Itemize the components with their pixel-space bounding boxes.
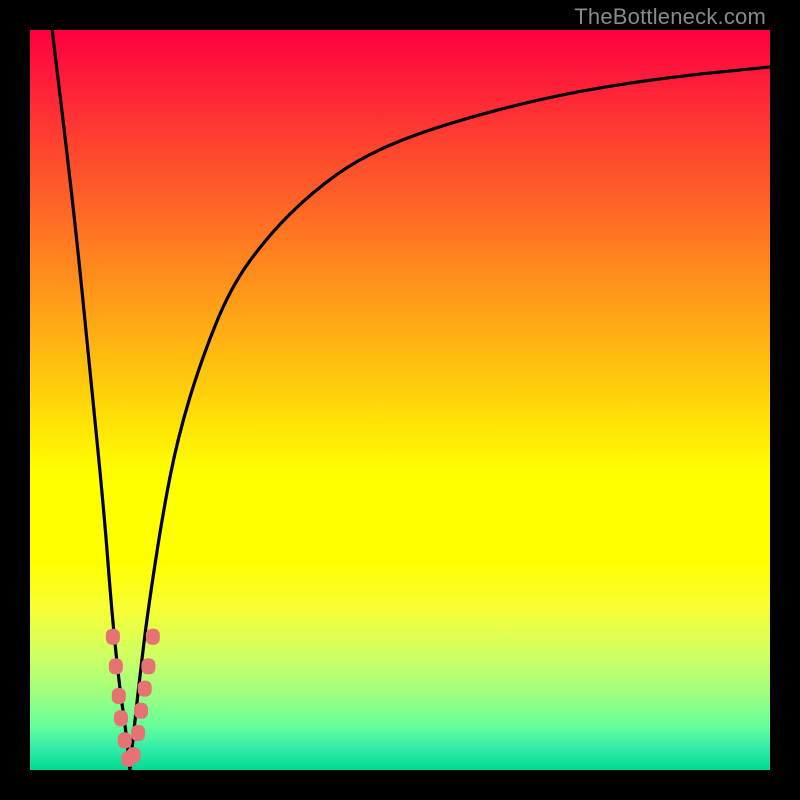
data-marker: [138, 681, 152, 697]
data-marker: [109, 658, 123, 674]
data-marker: [114, 710, 128, 726]
curve-right-branch: [130, 67, 770, 770]
data-marker: [131, 725, 145, 741]
watermark-text: TheBottleneck.com: [574, 4, 766, 30]
chart-frame: TheBottleneck.com: [0, 0, 800, 800]
data-marker: [146, 629, 160, 645]
data-marker: [106, 629, 120, 645]
plot-area: [30, 30, 770, 770]
curve-layer: [30, 30, 770, 770]
data-marker: [127, 747, 141, 763]
data-marker: [118, 732, 132, 748]
data-marker: [134, 703, 148, 719]
data-marker: [112, 688, 126, 704]
data-marker: [141, 658, 155, 674]
